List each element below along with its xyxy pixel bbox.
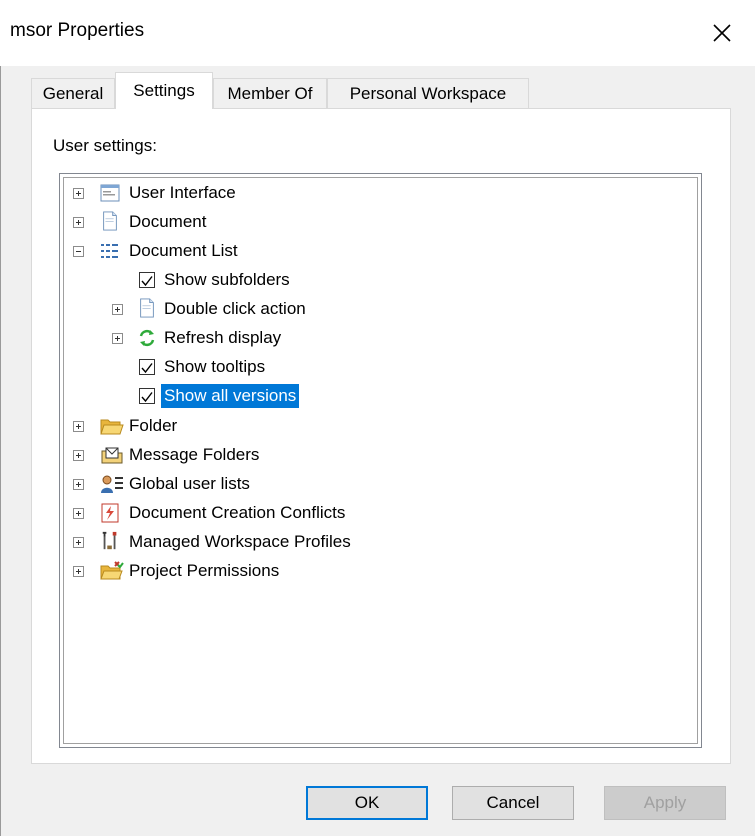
user-interface-icon	[100, 184, 120, 202]
user-list-icon	[101, 475, 123, 493]
tree-item-double-click-action[interactable]: Double click action	[64, 296, 464, 322]
expand-icon[interactable]	[73, 566, 84, 577]
tree-label: Refresh display	[164, 328, 282, 347]
tree-inner: User Interface Document Document List Sh…	[63, 177, 698, 744]
checkmark-icon	[141, 392, 153, 403]
expand-icon[interactable]	[112, 333, 123, 344]
ok-button[interactable]: OK	[306, 786, 428, 820]
folder-icon	[100, 419, 124, 435]
apply-label: Apply	[643, 793, 687, 812]
tree-label: Document List	[129, 241, 238, 260]
expand-icon[interactable]	[73, 217, 84, 228]
refresh-icon	[139, 329, 155, 347]
user-settings-heading: User settings:	[53, 136, 157, 155]
document-icon	[140, 298, 154, 318]
message-folder-icon	[101, 447, 123, 464]
tree-label: Document Creation Conflicts	[129, 503, 346, 522]
tree-item-message-folders[interactable]: Message Folders	[64, 442, 464, 468]
apply-button[interactable]: Apply	[604, 786, 726, 820]
tree-item-user-interface[interactable]: User Interface	[64, 180, 464, 206]
tree-label: User Interface	[129, 183, 236, 202]
settings-tab-page: User settings: User Interface Document D…	[31, 108, 731, 764]
tree-item-folder[interactable]: Folder	[64, 413, 464, 439]
tree-label: Show all versions	[161, 384, 300, 408]
tools-icon	[102, 531, 117, 550]
title-bar: msor Properties	[0, 0, 755, 66]
tab-label: General	[42, 83, 104, 103]
settings-tree[interactable]: User Interface Document Document List Sh…	[59, 173, 702, 748]
tab-personal-workspace[interactable]: Personal Workspace	[327, 78, 529, 108]
window-title: msor Properties	[10, 20, 145, 41]
show-all-versions-checkbox[interactable]	[139, 388, 155, 404]
tree-label: Folder	[129, 416, 178, 435]
expand-icon[interactable]	[112, 304, 123, 315]
tree-item-document-creation-conflicts[interactable]: Document Creation Conflicts	[64, 500, 464, 526]
collapse-icon[interactable]	[73, 246, 84, 257]
tree-label: Show subfolders	[164, 270, 290, 289]
tree-label: Project Permissions	[129, 561, 280, 580]
tab-label: Settings	[133, 81, 195, 100]
expand-icon[interactable]	[73, 508, 84, 519]
tab-label: Personal Workspace	[349, 83, 507, 103]
show-subfolders-checkbox[interactable]	[139, 272, 155, 288]
tree-label: Document	[129, 212, 207, 231]
tree-label: Message Folders	[129, 445, 260, 464]
tab-settings[interactable]: Settings	[115, 72, 213, 109]
cancel-label: Cancel	[486, 793, 540, 812]
tree-item-show-all-versions[interactable]: Show all versions	[64, 383, 464, 409]
expand-icon[interactable]	[73, 421, 84, 432]
tab-general[interactable]: General	[31, 78, 115, 108]
project-permissions-icon	[100, 561, 124, 580]
tree-item-document[interactable]: Document	[64, 209, 464, 235]
tree-item-project-permissions[interactable]: Project Permissions	[64, 558, 464, 584]
expand-icon[interactable]	[73, 479, 84, 490]
expand-icon[interactable]	[73, 537, 84, 548]
tree-item-refresh-display[interactable]: Refresh display	[64, 325, 464, 351]
document-icon	[103, 211, 117, 231]
tree-label: Double click action	[164, 299, 306, 318]
show-tooltips-checkbox[interactable]	[139, 359, 155, 375]
ok-label: OK	[354, 793, 380, 812]
tab-member-of[interactable]: Member Of	[213, 78, 327, 108]
tree-item-managed-workspace-profiles[interactable]: Managed Workspace Profiles	[64, 529, 464, 555]
checkmark-icon	[141, 363, 153, 374]
expand-icon[interactable]	[73, 188, 84, 199]
window-border	[0, 66, 1, 836]
checkmark-icon	[141, 276, 153, 287]
tree-item-show-tooltips[interactable]: Show tooltips	[64, 354, 464, 380]
expand-icon[interactable]	[73, 450, 84, 461]
tree-label: Show tooltips	[164, 357, 266, 376]
conflict-icon	[101, 503, 119, 523]
tree-item-document-list[interactable]: Document List	[64, 238, 464, 264]
close-button[interactable]	[689, 0, 755, 66]
cancel-button[interactable]: Cancel	[452, 786, 574, 820]
close-icon	[713, 24, 731, 42]
tree-label: Managed Workspace Profiles	[129, 532, 351, 551]
tree-item-show-subfolders[interactable]: Show subfolders	[64, 267, 464, 293]
tab-label: Member Of	[227, 83, 313, 103]
tree-label: Global user lists	[129, 474, 250, 493]
document-list-icon	[101, 244, 118, 258]
tree-item-global-user-lists[interactable]: Global user lists	[64, 471, 464, 497]
